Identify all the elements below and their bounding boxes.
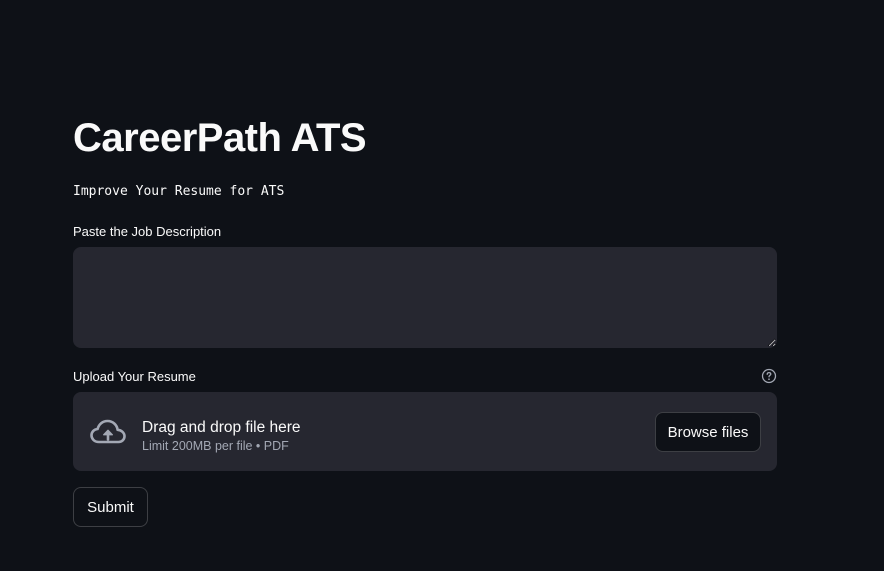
job-description-textarea[interactable] bbox=[73, 247, 777, 348]
question-circle-icon[interactable] bbox=[761, 368, 777, 384]
cloud-upload-icon bbox=[90, 419, 126, 444]
submit-button[interactable]: Submit bbox=[73, 487, 148, 527]
dropzone-instructions: Drag and drop file here bbox=[142, 419, 301, 436]
browse-files-button[interactable]: Browse files bbox=[655, 412, 761, 452]
resume-upload-label: Upload Your Resume bbox=[73, 369, 196, 384]
page-title: CareerPath ATS bbox=[73, 116, 367, 160]
app-page: CareerPath ATS Improve Your Resume for A… bbox=[0, 0, 884, 571]
page-subtitle: Improve Your Resume for ATS bbox=[73, 184, 285, 199]
dropzone-limit-text: Limit 200MB per file • PDF bbox=[142, 439, 289, 453]
job-description-label: Paste the Job Description bbox=[73, 224, 222, 239]
